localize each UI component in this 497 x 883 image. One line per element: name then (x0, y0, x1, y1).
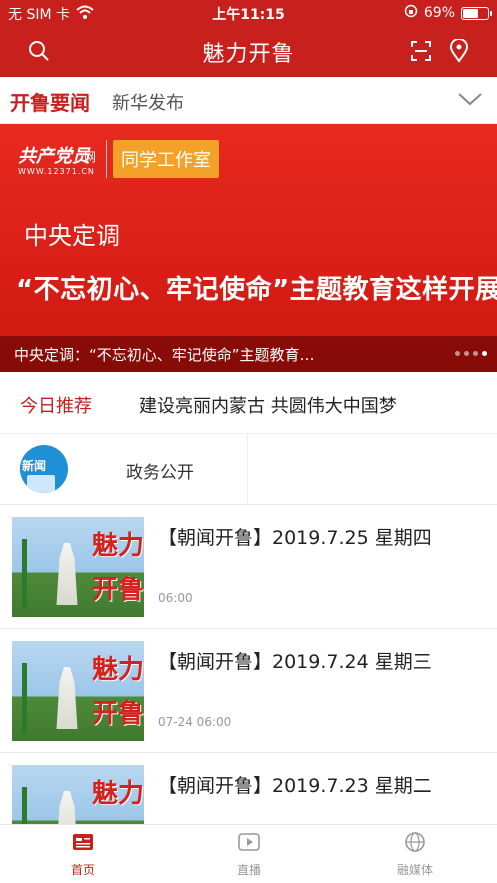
bottom-tab-bar: 首页 直播 融媒体 (0, 824, 497, 883)
news-time: 06:00 (158, 591, 193, 605)
banner-caption-bar: 中央定调：“不忘初心、牢记使命”主题教育… (0, 336, 497, 372)
mongolian-script-graphic (22, 787, 30, 824)
banner-logo-url: WWW.12371.CN (18, 167, 95, 176)
news-thumbnail: 魅力 开鲁 (12, 765, 144, 824)
document-icon (27, 475, 55, 493)
banner-headline: “不忘初心、牢记使命”主题教育这样开展 (16, 275, 497, 305)
thumb-text-2: 开鲁 (92, 699, 144, 729)
recommend-text[interactable]: 建设亮丽内蒙古 共圆伟大中国梦 (139, 392, 397, 418)
tab-home[interactable]: 首页 (0, 831, 166, 881)
thumb-text-1: 魅力 (92, 531, 144, 561)
banner-studio-badge: 同学工作室 (113, 140, 219, 178)
top-bar: 无 SIM 卡 上午11:15 69% 魅力开鲁 (0, 0, 497, 77)
carousel-indicator (455, 351, 487, 356)
recommend-label: 今日推荐 (20, 396, 92, 417)
tab-home-label: 首页 (70, 863, 95, 877)
battery-percent: 69% (423, 5, 455, 21)
channel-bar: 开鲁要闻 新华发布 (0, 77, 497, 124)
carousel-dot (464, 351, 469, 356)
channel-tab-xinhua[interactable]: 新华发布 (112, 89, 184, 115)
banner-subtitle: 中央定调 (24, 222, 120, 250)
rotation-lock-icon (404, 4, 418, 22)
thumb-text-2: 开鲁 (92, 817, 144, 824)
scan-icon[interactable] (408, 38, 434, 64)
news-title: 【朝闻开鲁】2019.7.24 星期三 (158, 651, 432, 673)
news-icon (71, 831, 95, 853)
globe-icon (403, 831, 427, 853)
news-thumbnail: 魅力 开鲁 (12, 517, 144, 617)
banner-carousel[interactable]: 共产党员 网 WWW.12371.CN 同学工作室 中央定调 “不忘初心、牢记使… (0, 124, 497, 372)
news-title: 【朝闻开鲁】2019.7.25 星期四 (158, 527, 432, 549)
list-item[interactable]: 魅力 开鲁 【朝闻开鲁】2019.7.24 星期三 07-24 06:00 (0, 628, 497, 752)
banner-divider (106, 140, 107, 178)
battery-icon (461, 6, 492, 20)
status-bar: 无 SIM 卡 上午11:15 69% (0, 0, 497, 26)
list-item[interactable]: 魅力 开鲁 【朝闻开鲁】2019.7.23 星期二 (0, 752, 497, 824)
news-icon-label: 新闻 (20, 457, 49, 474)
thumb-text-2: 开鲁 (92, 575, 144, 605)
chevron-down-icon[interactable] (457, 91, 483, 111)
list-item[interactable]: 魅力 开鲁 【朝闻开鲁】2019.7.25 星期四 06:00 (0, 504, 497, 628)
mongolian-script-graphic (22, 539, 30, 609)
thumb-text-1: 魅力 (92, 779, 144, 809)
app-header: 魅力开鲁 (0, 26, 497, 77)
tab-live-label: 直播 (236, 863, 261, 877)
tab-live[interactable]: 直播 (166, 831, 332, 881)
news-thumbnail: 魅力 开鲁 (12, 641, 144, 741)
carousel-dot (455, 351, 460, 356)
banner-caption: 中央定调：“不忘初心、牢记使命”主题教育… (14, 346, 315, 364)
news-title: 【朝闻开鲁】2019.7.23 星期二 (158, 775, 432, 797)
pagoda-graphic (56, 791, 78, 824)
tab-media[interactable]: 融媒体 (332, 831, 497, 881)
news-time: 07-24 06:00 (158, 715, 232, 729)
government-affairs-label: 政务公开 (126, 463, 194, 483)
thumb-text-1: 魅力 (92, 655, 144, 685)
carousel-dot-active (482, 351, 487, 356)
service-row: 新闻 政务公开 (0, 434, 497, 504)
news-icon: 新闻 (20, 445, 68, 493)
play-icon (237, 831, 261, 853)
pagoda-graphic (56, 543, 78, 605)
banner-logo-suffix: 网 (84, 150, 97, 164)
tab-media-label: 融媒体 (396, 863, 433, 877)
government-affairs-entry[interactable]: 新闻 政务公开 (0, 434, 248, 504)
channel-tab-kailu-news[interactable]: 开鲁要闻 (10, 87, 90, 116)
banner-logo: 共产党员 (18, 146, 90, 167)
pagoda-graphic (56, 667, 78, 729)
mongolian-script-graphic (22, 663, 30, 733)
today-recommend-row[interactable]: 今日推荐 建设亮丽内蒙古 共圆伟大中国梦 (0, 372, 497, 434)
carousel-dot (473, 351, 478, 356)
location-icon[interactable] (446, 38, 472, 64)
